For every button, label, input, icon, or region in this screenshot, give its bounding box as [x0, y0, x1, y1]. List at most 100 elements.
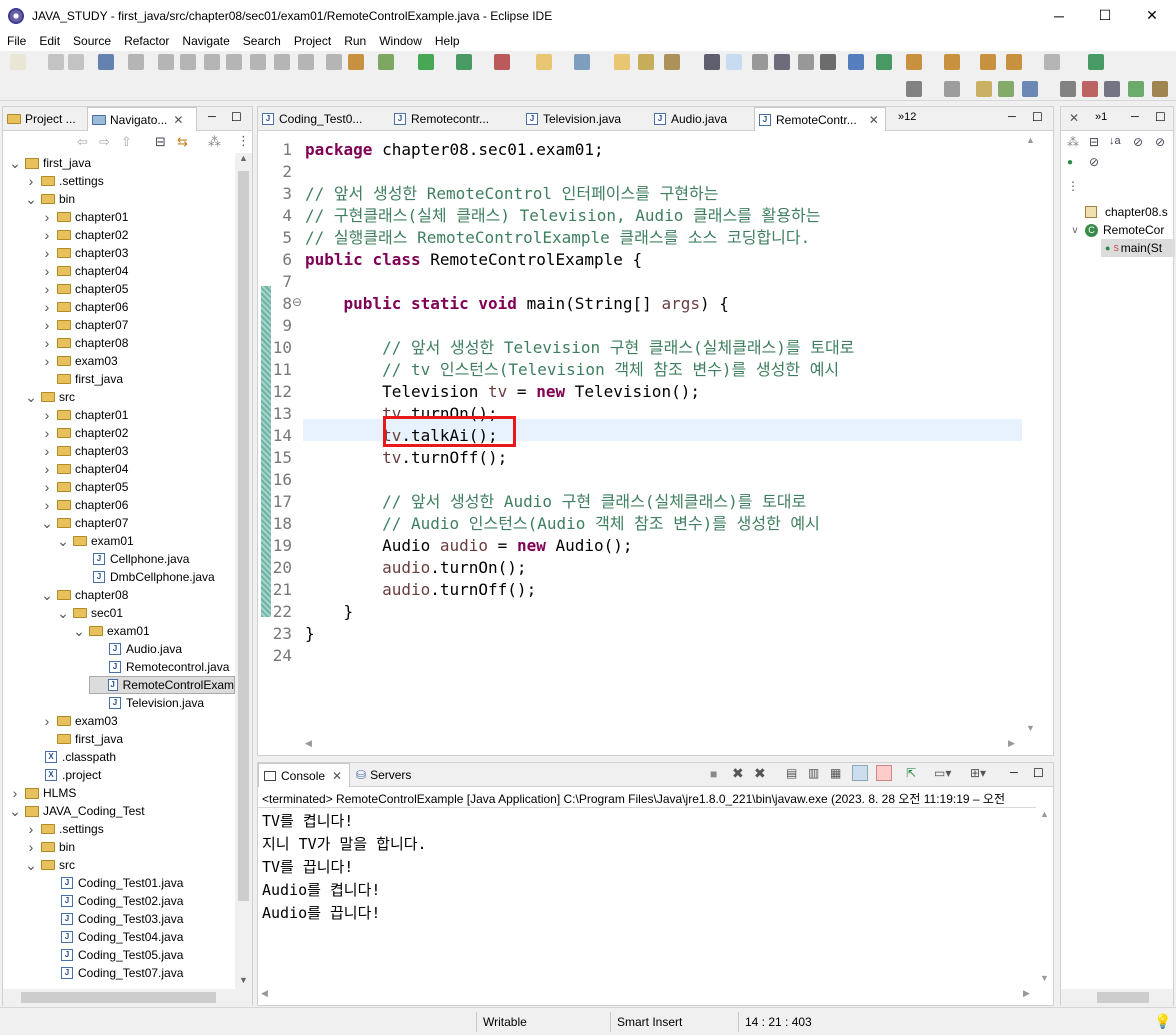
chevron-right-icon[interactable]: › [41, 407, 53, 423]
chevron-down-icon[interactable]: ⌄ [57, 533, 69, 550]
scroll-up-icon[interactable]: ▲ [1040, 809, 1049, 819]
tree-item[interactable]: ⌄ exam01 [57, 532, 134, 550]
show-on-error-icon[interactable] [876, 765, 892, 781]
perspective-a-icon[interactable] [1060, 81, 1076, 97]
chevron-down-icon[interactable]: ⌄ [9, 155, 21, 172]
scroll-up-icon[interactable]: ▲ [1026, 135, 1035, 145]
console-output[interactable]: TV를 켭니다! 지니 TV가 말을 합니다. TV를 끕니다! Audio를 켭니다… [258, 806, 1036, 986]
next-annotation-icon[interactable] [906, 54, 922, 70]
code-line[interactable]: audio.turnOn(); [305, 557, 527, 579]
chevron-right-icon[interactable]: › [41, 425, 53, 441]
chevron-right-icon[interactable]: › [41, 335, 53, 351]
tree-item[interactable]: › bin [25, 838, 75, 856]
chevron-down-icon[interactable]: ⌄ [25, 191, 37, 208]
menu-run[interactable]: Run [337, 34, 372, 48]
maximize-editor-icon[interactable]: ☐ [1032, 110, 1043, 124]
close-button[interactable]: ✕ [1129, 0, 1175, 31]
tree-item[interactable]: › chapter04 [41, 262, 129, 280]
code-line[interactable]: // tv 인스턴스(Television 객체 참조 변수)를 생성한 예시 [305, 359, 839, 381]
tree-item[interactable]: X .project [25, 766, 101, 784]
terminate-icon[interactable] [204, 54, 220, 70]
chevron-right-icon[interactable]: › [41, 299, 53, 315]
chevron-down-icon[interactable]: v [1069, 225, 1081, 236]
code-line[interactable]: // 앞서 생성한 Audio 구현 클래스(실체클래스)를 토대로 [305, 491, 806, 513]
hide-local-icon[interactable]: ⊘ [1089, 155, 1099, 169]
step-return-icon[interactable] [298, 54, 314, 70]
tip-icon[interactable]: 💡 [1154, 1013, 1171, 1030]
tree-item[interactable]: ⌄ sec01 [57, 604, 123, 622]
chevron-right-icon[interactable]: › [25, 821, 37, 837]
pin-editor-icon[interactable] [1088, 54, 1104, 70]
perspective-e-icon[interactable] [1152, 81, 1168, 97]
save-icon[interactable] [48, 54, 64, 70]
tree-item[interactable]: ⌄ src [25, 388, 75, 406]
chevron-right-icon[interactable]: › [25, 839, 37, 855]
tree-item[interactable]: › exam03 [41, 712, 118, 730]
menu-project[interactable]: Project [287, 34, 337, 48]
forward-icon[interactable] [1044, 54, 1060, 70]
hide-fields-icon[interactable]: ⊘ [1133, 135, 1143, 149]
debug-perspective-icon[interactable] [998, 81, 1014, 97]
prev-annotation-icon[interactable] [944, 54, 960, 70]
resume-icon[interactable] [158, 54, 174, 70]
scroll-right-icon[interactable]: ▶ [1023, 988, 1030, 999]
tree-item[interactable]: J Coding_Test03.java [41, 910, 183, 928]
chevron-down-icon[interactable]: ⌄ [9, 803, 21, 820]
tree-item[interactable]: ⌄ bin [25, 190, 75, 208]
chevron-down-icon[interactable]: ⌄ [25, 857, 37, 874]
tree-item[interactable]: › HLMS [9, 784, 77, 802]
chevron-right-icon[interactable]: › [9, 785, 21, 801]
tree-item[interactable]: › chapter03 [41, 442, 129, 460]
code-line[interactable]: public static void main(String[] args) { [305, 293, 729, 315]
tab-navigator[interactable]: Navigato... ✕ [87, 107, 197, 131]
chevron-right-icon[interactable]: › [41, 497, 53, 513]
scroll-lock-icon[interactable]: ▥ [808, 766, 819, 780]
code-line[interactable]: } [305, 623, 315, 645]
tree-item[interactable]: ⌄ exam01 [73, 622, 150, 640]
tree-item[interactable]: J Cellphone.java [73, 550, 189, 568]
up-icon[interactable]: ⇧ [121, 134, 132, 150]
scroll-left-icon[interactable]: ◀ [261, 988, 268, 999]
tree-item[interactable]: J Remotecontrol.java [89, 658, 229, 676]
outline-overflow[interactable]: »1 [1095, 111, 1107, 123]
block-select-icon[interactable] [798, 54, 814, 70]
debug-icon[interactable] [378, 54, 394, 70]
tree-item[interactable]: J Audio.java [89, 640, 182, 658]
chevron-right-icon[interactable]: › [41, 461, 53, 477]
tab-console[interactable]: Console ✕ [258, 763, 350, 787]
tree-item[interactable]: J Television.java [89, 694, 204, 712]
code-line[interactable]: Audio audio = new Audio(); [305, 535, 632, 557]
chevron-right-icon[interactable]: › [41, 443, 53, 459]
tree-item[interactable]: J Coding_Test04.java [41, 928, 183, 946]
display-console-icon[interactable]: ▭▾ [934, 766, 951, 780]
console-icon[interactable] [98, 54, 114, 70]
remove-all-icon[interactable]: ✖ [754, 765, 766, 782]
tree-item[interactable]: X .classpath [25, 748, 116, 766]
scroll-right-icon[interactable]: ▶ [1008, 738, 1015, 749]
new-java-project-icon[interactable] [536, 54, 552, 70]
tree-scroll-thumb[interactable] [238, 171, 249, 901]
editor-tab[interactable]: J Audio.java [650, 107, 752, 131]
minimize-editor-icon[interactable]: ─ [1008, 111, 1016, 123]
remove-launch-icon[interactable]: ✖ [732, 765, 744, 782]
scroll-up-icon[interactable]: ▲ [239, 153, 248, 163]
tree-item[interactable]: › chapter06 [41, 496, 129, 514]
show-on-output-icon[interactable] [852, 765, 868, 781]
highlight-icon[interactable] [726, 54, 742, 70]
external-tools-icon[interactable] [494, 54, 510, 70]
disconnect-icon[interactable] [226, 54, 242, 70]
close-icon[interactable]: ✕ [869, 113, 879, 127]
menu-navigate[interactable]: Navigate [175, 34, 235, 48]
tree-item[interactable]: › chapter04 [41, 460, 129, 478]
chevron-right-icon[interactable]: › [41, 263, 53, 279]
editor-tab[interactable]: J Remotecontr... [390, 107, 520, 131]
tree-item[interactable]: ⌄ src [25, 856, 75, 874]
menu-help[interactable]: Help [428, 34, 466, 48]
chevron-right-icon[interactable]: › [41, 209, 53, 225]
forward-icon[interactable]: ⇨ [99, 134, 110, 150]
tree-item[interactable]: › exam03 [41, 352, 118, 370]
overflow-tabs[interactable]: »12 [898, 111, 916, 123]
tree-item[interactable]: › chapter07 [41, 316, 129, 334]
perspective-c-icon[interactable] [1104, 81, 1120, 97]
collapse-all-icon[interactable]: ⊟ [1089, 135, 1099, 149]
